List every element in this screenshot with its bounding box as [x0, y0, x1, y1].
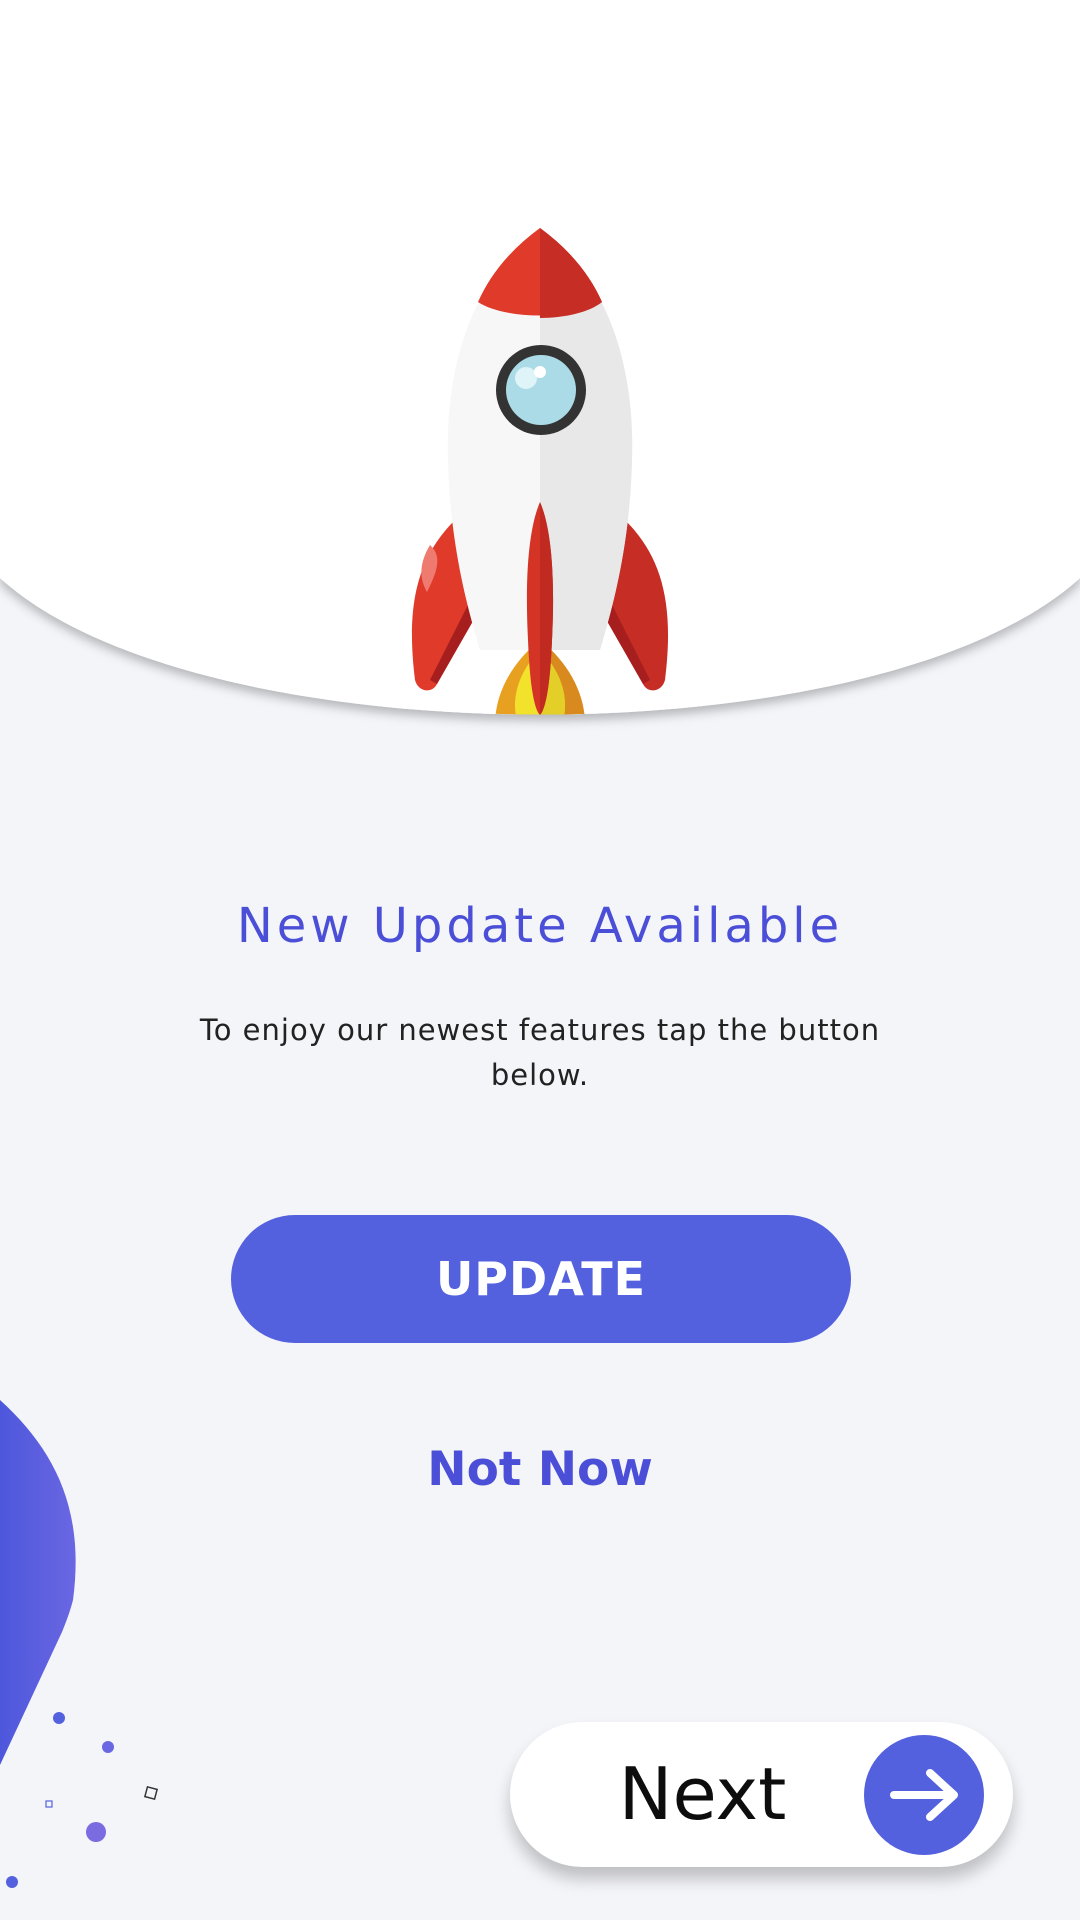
update-button[interactable]: UPDATE: [231, 1215, 851, 1343]
sparkle-icon: [143, 1785, 159, 1801]
decorative-blob: [0, 1400, 159, 1888]
dot: [53, 1712, 65, 1724]
dot: [102, 1741, 114, 1753]
dot: [86, 1822, 106, 1842]
hero-illustration: [0, 0, 1080, 715]
update-description: To enjoy our newest features tap the but…: [199, 1013, 881, 1092]
page-title: New Update Available: [236, 898, 844, 954]
next-label: Next: [618, 1752, 787, 1836]
sparkle-icon: [45, 1800, 53, 1808]
update-screen: New Update Available To enjoy our newest…: [0, 0, 1080, 1920]
arrow-right-icon[interactable]: [864, 1735, 984, 1855]
dot: [6, 1876, 18, 1888]
next-button[interactable]: Next: [510, 1722, 1013, 1867]
